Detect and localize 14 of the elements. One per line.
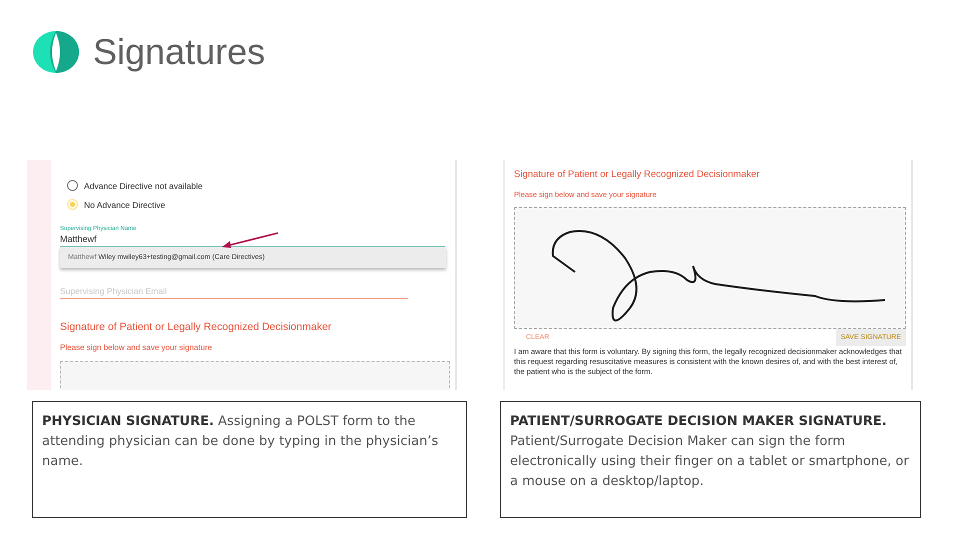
signature-pad[interactable] (514, 207, 906, 329)
logo-icon (32, 30, 80, 74)
arrow-drawing (220, 231, 280, 251)
caption-text: PHYSICIAN SIGNATURE. Assigning a POLST form to the attending physician can be done by typing in the physician’s name. (42, 413, 440, 471)
radio-label: Advance Directive not available (84, 180, 203, 190)
slide-title: Signatures (93, 31, 266, 73)
caption-heading: PATIENT/SURROGATE DECISION MAKER SIGNATURE. (510, 413, 888, 431)
section-heading: Signature of Patient or Legally Recognized Decisionmaker (60, 321, 332, 333)
caption-text: Patient/Surrogate Decision Maker can sign the form electronically using their finger on a tablet or smartphone, or a mouse on a desktop/laptop. (510, 433, 910, 491)
field-value: Matthewf (60, 234, 98, 244)
radio-button[interactable] (67, 180, 78, 191)
instruction-text: Please sign below and save your signature (60, 343, 214, 352)
radio-label: No Advance Directive (84, 200, 166, 210)
section-heading: Signature of Patient or Legally Recognized Decisionmaker (514, 169, 761, 180)
